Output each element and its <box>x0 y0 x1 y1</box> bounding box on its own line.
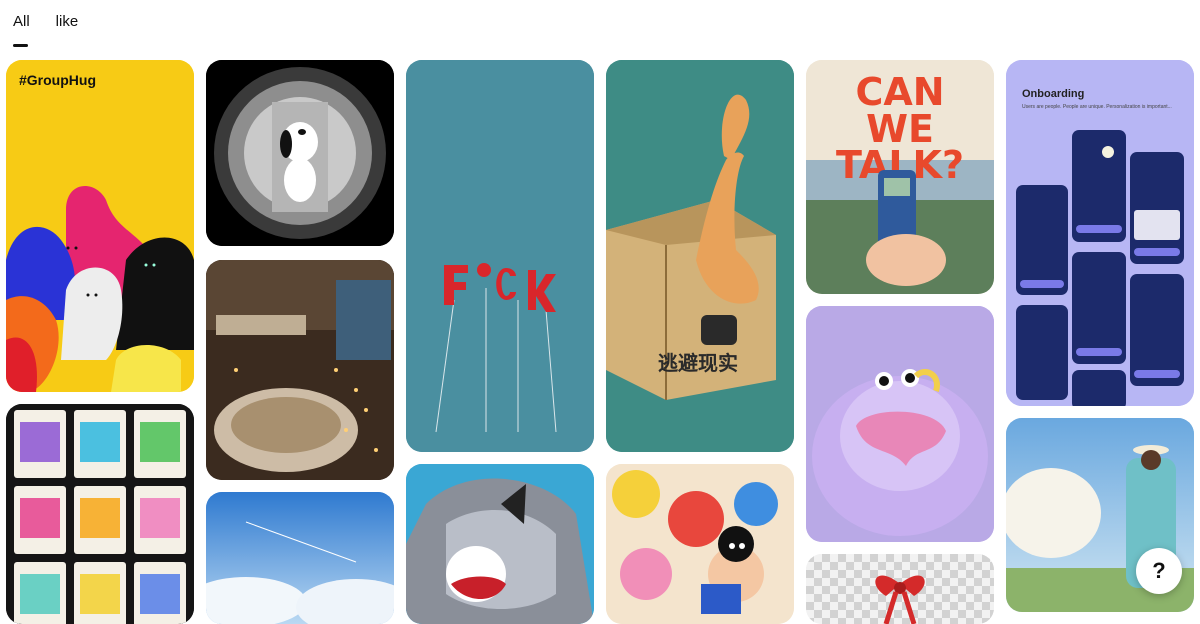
pin-doodle-crowd[interactable] <box>606 464 794 624</box>
pin-can-we-talk-poster[interactable]: CAN WE TALK? <box>806 60 994 294</box>
pin-cozy-room[interactable] <box>206 260 394 480</box>
pin-grouphug[interactable]: #GroupHug <box>6 60 194 392</box>
pin-grid: #GroupHug 逃避现实 CAN WE TALK? Onboarding U… <box>0 0 1200 624</box>
anime-sky-illustration <box>206 492 394 624</box>
cat-box-illustration: 逃避现实 <box>606 60 794 452</box>
pin-cat-in-box[interactable]: 逃避现实 <box>606 60 794 452</box>
ribbon-bow-illustration <box>806 554 994 624</box>
animal-cards-illustration <box>6 404 194 624</box>
snoopy-illustration <box>206 60 394 246</box>
onboarding-subtitle: Users are people. People are unique. Per… <box>1022 104 1172 110</box>
balloon-letters-illustration <box>406 60 594 452</box>
pin-cartoon-cat[interactable] <box>406 464 594 624</box>
grouphug-illustration <box>6 60 194 392</box>
doodle-crowd-illustration <box>606 464 794 624</box>
pin-balloon-letters[interactable] <box>406 60 594 452</box>
svg-text:逃避现实: 逃避现实 <box>658 351 738 375</box>
help-button[interactable]: ? <box>1136 548 1182 594</box>
can-we-talk-illustration: CAN WE TALK? <box>806 60 994 294</box>
pin-fuzzy-monster[interactable] <box>806 306 994 542</box>
onboarding-title: Onboarding <box>1022 88 1085 100</box>
pin-onboarding-ui[interactable]: Onboarding Users are people. People are … <box>1006 60 1194 406</box>
pin-ribbon-bow[interactable] <box>806 554 994 624</box>
fuzzy-monster-illustration <box>806 306 994 542</box>
pin-title: #GroupHug <box>19 72 96 88</box>
pin-animal-cards[interactable] <box>6 404 194 624</box>
cozy-room-illustration <box>206 260 394 480</box>
pin-snoopy-elevator[interactable] <box>206 60 394 246</box>
cartoon-cat-illustration <box>406 464 594 624</box>
onboarding-illustration <box>1006 60 1194 406</box>
question-mark-icon: ? <box>1152 558 1166 583</box>
pin-anime-sky[interactable] <box>206 492 394 624</box>
